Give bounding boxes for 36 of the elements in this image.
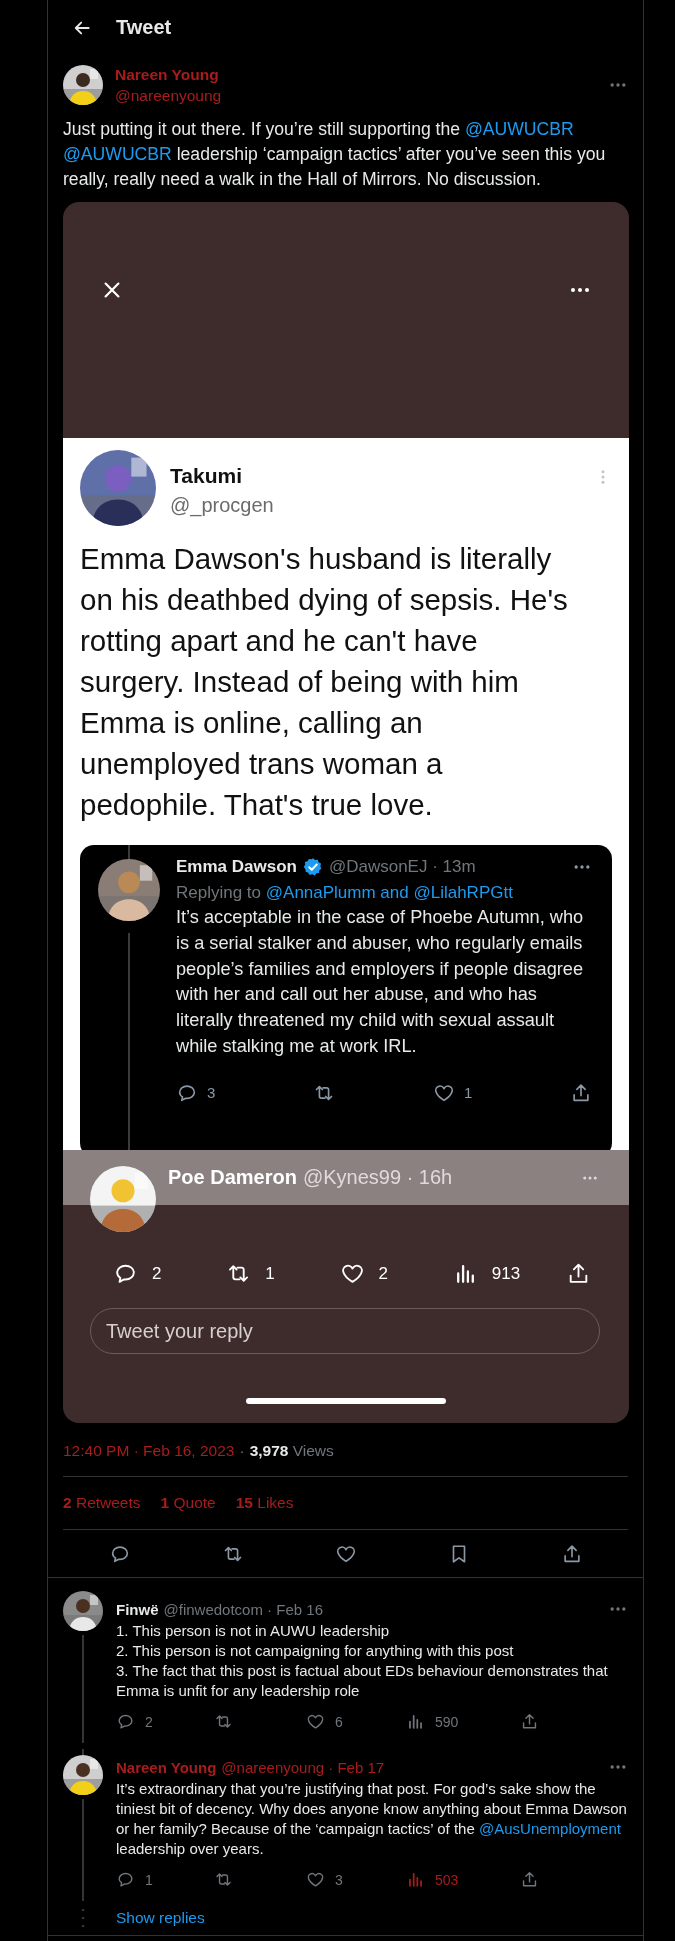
reply-text: It’s extraordinary that you’re justifying that post. For god’s sake show the tiniest bit of decency. Why does anyone know anything about Emma Dawson or her family? Because of the ‘campaign tactics’ of the @AusUnemployment leadership over years. (116, 1779, 628, 1859)
show-replies-link[interactable]: Show replies (116, 1909, 205, 1927)
author-meta: @Kynes99 · 16h (302, 1166, 453, 1189)
reply-count: 1 (145, 1871, 153, 1888)
close-icon[interactable] (101, 279, 123, 301)
mention-link[interactable]: @AnnaPlumm and @LilahRPGtt (265, 883, 513, 902)
author-name[interactable]: Emma Dawson (176, 857, 297, 877)
reply-count: 3 (207, 1084, 216, 1102)
author-name[interactable]: Finwë (116, 1600, 159, 1618)
page-title: Tweet (116, 16, 172, 39)
retweet-count: 1 (265, 1263, 275, 1284)
author-meta: @nareenyoung · Feb 17 (221, 1758, 385, 1776)
like-count: 2 (378, 1263, 388, 1284)
views-count: 913 (491, 1263, 521, 1284)
author-meta: @finwedotcom · Feb 16 (163, 1600, 323, 1618)
author-handle[interactable]: @_procgen (170, 494, 274, 517)
author-meta: @DawsonEJ · 13m (328, 857, 476, 877)
mention-link[interactable]: @AUWUCBR (464, 119, 574, 139)
reply-count: 2 (145, 1713, 153, 1730)
quote-text: It’s acceptable in the case of Phoebe Autumn, who is a serial stalker and abuser, who regularly emails people’s families and employers if people disagree with her and call out her abuse, and who has literally threatened my child with sexual assault while stalking me at work IRL. (176, 906, 585, 1058)
separator: · (239, 1442, 245, 1460)
views-count: 503 (435, 1871, 459, 1888)
author-name[interactable]: Takumi (170, 464, 274, 488)
like-count: 6 (335, 1713, 343, 1730)
reply-count: 2 (152, 1263, 162, 1284)
author-name[interactable]: Poe Dameron (168, 1166, 297, 1189)
post-text: Emma Dawson's husband is literally on his deathbed dying of sepsis. He's rotting apart and he can't have surgery. Instead of being with him Emma is online, calling an unemployed trans woman a pedophile. That's true love. (80, 541, 569, 823)
tweet-text: Just putting it out there. If you’re still supporting the @AUWUCBR @AUWUCBR leadership ‘campaign tactics’ after you’ve seen this you really, really need a walk in the Hall of Mirrors. No discussion. (63, 118, 607, 191)
like-count: 1 (463, 1084, 473, 1102)
like-count: 3 (335, 1871, 343, 1888)
reply-text: 1. This person is not in AUWU leadership 2. This person is not campaigning for anything with this post 3. The fact that this post is factual about EDs behaviour demonstrates that Emma is unfit for any leadership role (116, 1621, 609, 1701)
replying-to-text: Replying to @AnnaPlumm and @LilahRPGtt (176, 883, 514, 903)
views-count: 590 (435, 1713, 459, 1730)
mention-link[interactable]: @AUWUCBR (63, 144, 172, 164)
mention-link[interactable]: @AusUnemployment (478, 1820, 621, 1837)
view-count: 3,978 Views (249, 1442, 334, 1460)
